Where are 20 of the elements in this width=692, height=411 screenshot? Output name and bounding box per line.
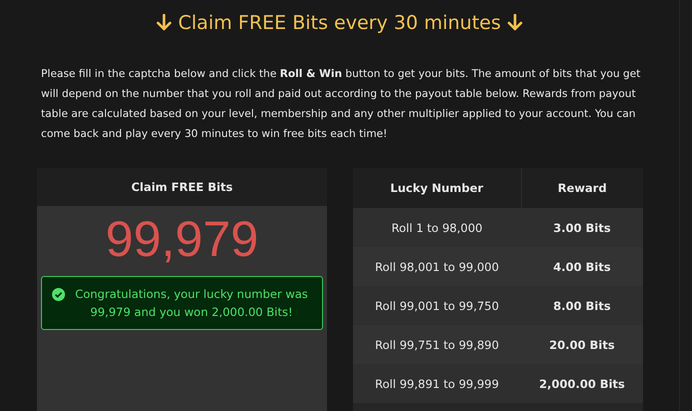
lucky-number: 99,979: [104, 210, 260, 269]
intro-paragraph: Please fill in the captcha below and click the Roll & Win button to get your bits. The amount of bits that you get will depend on the number that you roll and paid out according to the payout table below. Rewards from payout table are calculated based on your level, membership and any other multiplier applied to your account. You can come back and play every 30 minutes to win free bits each time!: [41, 67, 642, 142]
table-cell: Roll 99,891 to 99,999: [353, 364, 521, 403]
card-header: Claim FREE Bits: [37, 168, 327, 206]
arrow-down-icon: [506, 14, 523, 32]
table-cell: 4.00 Bits: [521, 247, 643, 286]
table-cell: 20.00 Bits: [521, 325, 643, 364]
arrow-down-icon: [156, 14, 172, 32]
table-cell: 8.00 Bits: [521, 286, 643, 325]
table-cell: Roll 98,001 to 99,000: [353, 247, 521, 286]
table-cell: Roll 99,001 to 99,750: [353, 286, 521, 325]
column-header: Lucky Number: [353, 168, 521, 208]
column-header: Reward: [521, 168, 643, 208]
table-cell: Roll 1 to 98,000: [353, 208, 521, 247]
check-circle-icon: [52, 288, 65, 301]
table-cell: Roll 99,751 to 99,890: [353, 325, 521, 364]
table-cell: 2,000.00 Bits: [521, 364, 643, 403]
page-title: Claim FREE Bits every 30 minutes: [178, 12, 501, 34]
alert-message: Congratulations, your lucky number was 99,979 and you won 2,000.00 Bits!: [74, 286, 309, 321]
table-cell: 3.00 Bits: [521, 208, 643, 247]
